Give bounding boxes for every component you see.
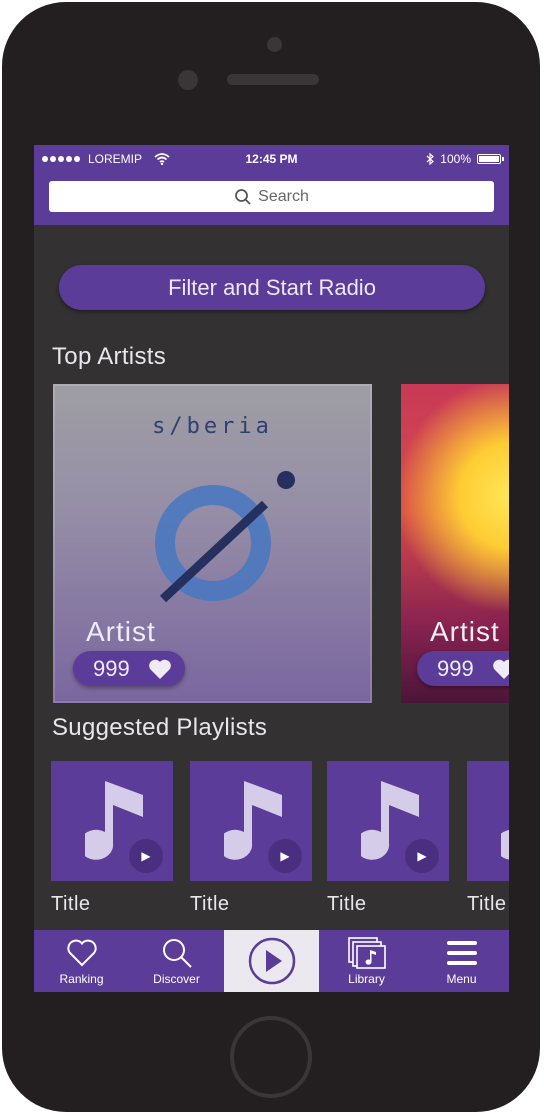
- tab-label: Ranking: [59, 971, 104, 986]
- status-bar: LOREMIP 12:45 PM 100%: [34, 145, 509, 173]
- front-camera: [267, 37, 282, 52]
- playlist-title: Title: [190, 893, 230, 915]
- tab-label: Discover: [153, 971, 200, 986]
- playlist-cover: ▶: [51, 761, 173, 881]
- like-count-button[interactable]: 999: [417, 651, 509, 686]
- battery-icon: [477, 154, 504, 164]
- proximity-sensor: [178, 70, 198, 90]
- search-placeholder: Search: [258, 187, 309, 205]
- playlist-title: Title: [467, 893, 507, 915]
- playlist-cover: ▶: [327, 761, 449, 881]
- tab-menu[interactable]: Menu: [414, 930, 509, 992]
- album-cover-text: s/beria: [152, 414, 273, 439]
- tab-now-playing[interactable]: [224, 930, 319, 992]
- status-right: 100%: [426, 152, 504, 166]
- earpiece-speaker: [227, 74, 319, 85]
- playlist-play-button[interactable]: ▶: [129, 839, 163, 873]
- bottom-tab-bar: Ranking Discover Library Menu: [34, 930, 509, 992]
- playlist-title: Title: [327, 893, 367, 915]
- playlist-card[interactable]: ▶ Title: [327, 761, 449, 916]
- bluetooth-icon: [426, 153, 435, 165]
- playlist-play-button[interactable]: ▶: [405, 839, 439, 873]
- search-input[interactable]: Search: [49, 181, 494, 212]
- album-logo-graphic: [155, 471, 295, 603]
- music-note-icon: [501, 830, 509, 860]
- tab-ranking[interactable]: Ranking: [34, 930, 129, 992]
- search-icon: [162, 938, 192, 968]
- like-count: 999: [93, 655, 130, 681]
- playlist-cover: ▶: [467, 761, 509, 881]
- playlist-card[interactable]: ▶ Title: [51, 761, 173, 916]
- artist-name: Artist: [430, 616, 500, 647]
- app-screen: LOREMIP 12:45 PM 100% Search Filter and …: [34, 145, 509, 992]
- search-header: Search: [34, 173, 509, 225]
- tab-label: Library: [348, 971, 385, 986]
- heart-icon: [492, 659, 509, 679]
- playlist-card[interactable]: ▶ Title: [190, 761, 312, 916]
- play-circle-icon: [248, 937, 295, 985]
- search-icon: [235, 188, 251, 205]
- tab-library[interactable]: Library: [319, 930, 414, 992]
- music-library-icon: [347, 936, 386, 969]
- hamburger-menu-icon: [446, 940, 477, 965]
- artist-card[interactable]: Artist 999: [401, 384, 509, 703]
- suggested-playlists-title: Suggested Playlists: [52, 714, 268, 741]
- like-count: 999: [437, 655, 474, 681]
- playlist-play-button[interactable]: ▶: [268, 839, 302, 873]
- artist-card[interactable]: s/beria Artist 999: [53, 384, 372, 703]
- home-button[interactable]: [230, 1016, 312, 1098]
- tab-label: Menu: [446, 971, 477, 986]
- heart-icon: [148, 659, 171, 679]
- playlist-card[interactable]: ▶ Title: [467, 761, 509, 916]
- top-artists-title: Top Artists: [52, 343, 167, 370]
- filter-start-radio-button[interactable]: Filter and Start Radio: [59, 265, 485, 310]
- playlist-cover: ▶: [190, 761, 312, 881]
- battery-fill: [479, 156, 499, 162]
- artist-name: Artist: [86, 616, 156, 647]
- like-count-button[interactable]: 999: [73, 651, 185, 686]
- heart-outline-icon: [66, 939, 97, 966]
- tab-discover[interactable]: Discover: [129, 930, 224, 992]
- battery-percent: 100%: [440, 152, 471, 166]
- playlist-title: Title: [51, 893, 91, 915]
